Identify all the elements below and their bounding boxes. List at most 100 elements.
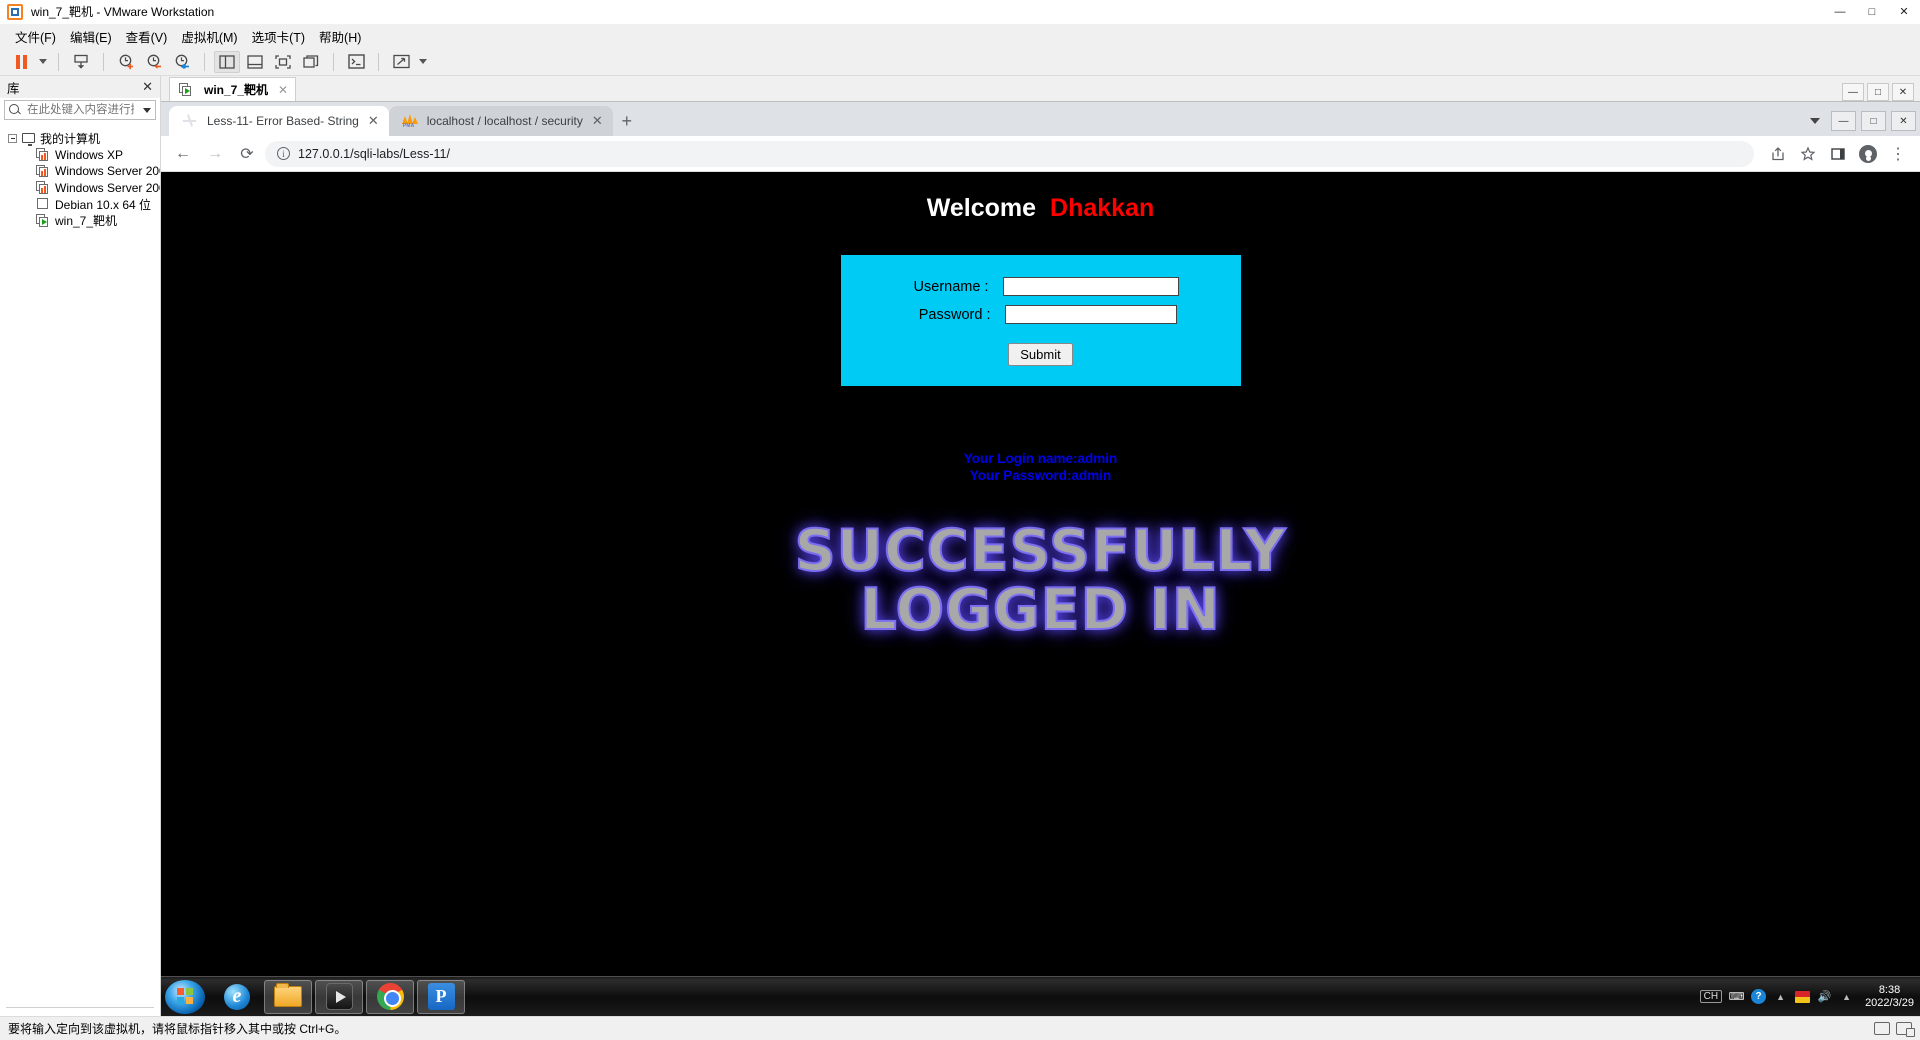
- start-orb-icon[interactable]: [165, 979, 205, 1014]
- taskbar-google-chrome[interactable]: [366, 979, 414, 1014]
- star-icon[interactable]: [1794, 140, 1822, 168]
- window-controls: — □ ✕: [1824, 0, 1920, 24]
- phpmyadmin-icon: PMA: [401, 114, 418, 129]
- chrome-tab-title: Less-11- Error Based- String: [207, 114, 359, 128]
- tree-item-my-computer[interactable]: 我的计算机: [0, 130, 160, 147]
- vm-icon: [36, 181, 50, 194]
- hard-disk-status-icon[interactable]: [1874, 1022, 1890, 1035]
- three-dot-menu-icon[interactable]: ⋮: [1884, 140, 1912, 168]
- menu-help[interactable]: 帮助(H): [312, 24, 368, 49]
- keyboard-icon[interactable]: ⌨: [1729, 989, 1745, 1004]
- chrome-minimize-button[interactable]: —: [1831, 111, 1856, 131]
- close-button[interactable]: ✕: [1888, 0, 1920, 24]
- guest-screen: Less-11- Error Based- String ✕ PMA local…: [161, 101, 1920, 1016]
- guest-window-controls: — □ ✕: [1842, 83, 1920, 101]
- collapse-toggle-icon[interactable]: [8, 133, 17, 143]
- library-search-box[interactable]: [4, 100, 156, 120]
- menu-file[interactable]: 文件(F): [8, 24, 63, 49]
- vm-running-icon: [36, 214, 50, 227]
- taskbar-file-explorer[interactable]: [264, 979, 312, 1014]
- back-icon[interactable]: ←: [169, 140, 197, 168]
- forward-icon[interactable]: →: [201, 140, 229, 168]
- maximize-button[interactable]: □: [1856, 0, 1888, 24]
- vm-icon: [36, 148, 50, 161]
- library-title: 库: [7, 81, 20, 96]
- username-label: Username :: [913, 278, 989, 295]
- chrome-maximize-button[interactable]: □: [1861, 111, 1886, 131]
- new-tab-button[interactable]: +: [613, 107, 641, 135]
- window-titlebar: win_7_靶机 - VMware Workstation — □ ✕: [0, 0, 1920, 24]
- snapshot-icon[interactable]: [68, 51, 94, 73]
- flag-icon[interactable]: [1795, 989, 1811, 1004]
- taskbar-clock[interactable]: 8:38 2022/3/29: [1861, 984, 1914, 1010]
- chrome-window-controls: — □ ✕: [1804, 110, 1920, 136]
- toolbar-divider: [58, 52, 59, 71]
- username-input[interactable]: [1002, 277, 1179, 296]
- chrome-tab-strip: Less-11- Error Based- String ✕ PMA local…: [161, 102, 1920, 136]
- vmware-workstation-window: win_7_靶机 - VMware Workstation — □ ✕ 文件(F…: [0, 0, 1920, 1040]
- volume-icon[interactable]: 🔊: [1817, 989, 1832, 1004]
- password-input[interactable]: [1004, 305, 1177, 324]
- chrome-tab-phpmyadmin[interactable]: PMA localhost / localhost / security ✕: [388, 106, 613, 136]
- snapshot-manager-icon[interactable]: [169, 51, 195, 73]
- tree-item-debian[interactable]: Debian 10.x 64 位: [0, 196, 160, 213]
- action-center-icon[interactable]: ▲: [1773, 989, 1788, 1004]
- menu-tabs[interactable]: 选项卡(T): [245, 24, 312, 49]
- minimize-button[interactable]: —: [1824, 0, 1856, 24]
- share-icon[interactable]: [1764, 140, 1792, 168]
- tree-item-win7-target[interactable]: win_7_靶机: [0, 213, 160, 230]
- reload-icon[interactable]: ⟳: [233, 140, 261, 168]
- revert-snapshot-icon[interactable]: [141, 51, 167, 73]
- pause-icon[interactable]: [8, 51, 34, 73]
- profile-avatar-icon[interactable]: [1854, 140, 1882, 168]
- toolbar-divider: [333, 52, 334, 71]
- taskbar-media-player[interactable]: [315, 979, 363, 1014]
- menu-view[interactable]: 查看(V): [119, 24, 175, 49]
- welcome-word: Welcome: [926, 194, 1037, 222]
- address-bar[interactable]: i 127.0.0.1/sqli-labs/Less-11/: [265, 140, 1754, 167]
- taskbar-internet-explorer[interactable]: [213, 980, 261, 1014]
- taskbar-powerpoint[interactable]: P: [417, 979, 465, 1014]
- show-library-icon[interactable]: [214, 50, 240, 73]
- take-snapshot-icon[interactable]: [113, 51, 139, 73]
- chrome-close-button[interactable]: ✕: [1891, 111, 1916, 131]
- globe-icon: [182, 113, 198, 129]
- close-icon[interactable]: ✕: [368, 113, 379, 129]
- language-indicator[interactable]: CH: [1699, 990, 1723, 1003]
- tree-item-windows-server-2008[interactable]: Windows Server 2008: [0, 180, 160, 197]
- chevron-down-icon[interactable]: [1804, 110, 1826, 132]
- console-view-icon[interactable]: [343, 51, 369, 73]
- tree-item-windows-xp[interactable]: Windows XP: [0, 147, 160, 164]
- network-status-icon[interactable]: [1896, 1022, 1915, 1037]
- workstation-body: 库 ✕ 我的计算机 Windows XP: [0, 76, 1920, 1016]
- success-line-2: LOGGED IN: [859, 577, 1221, 643]
- vm-running-icon: [179, 83, 193, 96]
- full-screen-icon[interactable]: [270, 51, 296, 73]
- search-input[interactable]: [25, 103, 136, 117]
- chevron-down-icon[interactable]: [140, 101, 153, 119]
- submit-button[interactable]: Submit: [1008, 343, 1073, 366]
- close-icon[interactable]: ✕: [592, 113, 603, 129]
- help-icon[interactable]: ?: [1751, 989, 1767, 1004]
- guest-restore-button[interactable]: □: [1867, 83, 1889, 101]
- info-circle-icon[interactable]: i: [277, 147, 290, 160]
- menu-edit[interactable]: 编辑(E): [63, 24, 119, 49]
- menu-vm[interactable]: 虚拟机(M): [174, 24, 244, 49]
- vm-tab-win7[interactable]: win_7_靶机 ✕: [169, 77, 297, 101]
- guest-close-button[interactable]: ✕: [1892, 83, 1914, 101]
- vmware-status-bar: 要将输入定向到该虚拟机，请将鼠标指针移入其中或按 Ctrl+G。: [0, 1016, 1920, 1040]
- stretch-guest-icon[interactable]: [388, 51, 414, 73]
- stretch-dropdown-caret-icon[interactable]: [416, 51, 429, 73]
- powerpoint-icon: P: [427, 983, 455, 1010]
- side-panel-icon[interactable]: [1824, 140, 1852, 168]
- unity-mode-icon[interactable]: [298, 51, 324, 73]
- show-thumbnail-bar-icon[interactable]: [242, 51, 268, 73]
- close-icon[interactable]: ✕: [278, 83, 288, 97]
- library-close-icon[interactable]: ✕: [139, 79, 156, 95]
- pause-dropdown-caret-icon[interactable]: [36, 51, 49, 73]
- network-icon[interactable]: ▲: [1839, 989, 1854, 1004]
- chrome-tab-less11[interactable]: Less-11- Error Based- String ✕: [169, 106, 389, 136]
- tree-item-windows-server-2003[interactable]: Windows Server 2003: [0, 163, 160, 180]
- password-row: Password :: [841, 305, 1241, 324]
- guest-minimize-button[interactable]: —: [1842, 83, 1864, 101]
